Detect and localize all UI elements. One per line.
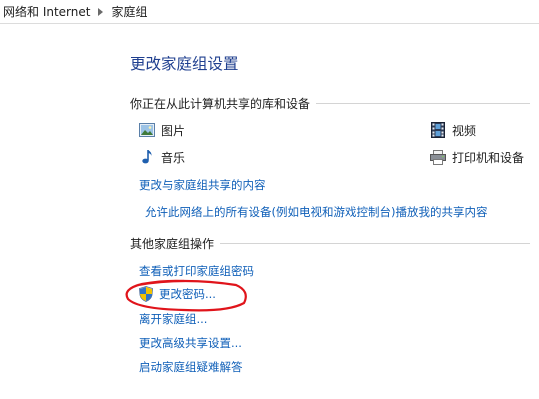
chevron-right-icon (98, 7, 104, 16)
homegroup-troubleshooter-link[interactable]: 启动家庭组疑难解答 (139, 359, 243, 375)
library-music: 音乐 (139, 148, 185, 166)
section-header-shared-libraries: 你正在从此计算机共享的库和设备 (130, 94, 530, 112)
library-pictures: 图片 (139, 121, 185, 139)
pictures-icon (139, 122, 155, 138)
section-header-other-actions: 其他家庭组操作 (130, 234, 530, 252)
library-video: 视频 (430, 121, 476, 139)
change-shared-content-link[interactable]: 更改与家庭组共享的内容 (139, 177, 266, 193)
leave-homegroup-link[interactable]: 离开家庭组... (139, 311, 207, 327)
library-printers: 打印机和设备 (430, 148, 524, 166)
divider (316, 102, 530, 104)
advanced-sharing-settings-link[interactable]: 更改高级共享设置... (139, 335, 242, 351)
divider (220, 242, 530, 244)
red-ellipse-annotation (125, 279, 247, 312)
library-label: 视频 (452, 123, 477, 138)
view-print-password-link[interactable]: 查看或打印家庭组密码 (139, 263, 254, 279)
section-header-label: 你正在从此计算机共享的库和设备 (130, 96, 311, 111)
library-label: 音乐 (161, 150, 186, 165)
library-label: 打印机和设备 (452, 150, 525, 165)
breadcrumb-network-internet[interactable]: 网络和 Internet (3, 3, 90, 20)
video-icon (430, 122, 446, 138)
library-label: 图片 (161, 123, 186, 138)
printer-icon (430, 149, 446, 165)
section-header-label: 其他家庭组操作 (130, 236, 215, 251)
allow-media-streaming-link[interactable]: 允许此网络上的所有设备(例如电视和游戏控制台)播放我的共享内容 (145, 204, 487, 220)
page-title: 更改家庭组设置 (130, 55, 239, 73)
breadcrumb: 网络和 Internet 家庭组 (0, 0, 539, 24)
breadcrumb-homegroup[interactable]: 家庭组 (111, 3, 147, 20)
music-icon (139, 149, 155, 165)
